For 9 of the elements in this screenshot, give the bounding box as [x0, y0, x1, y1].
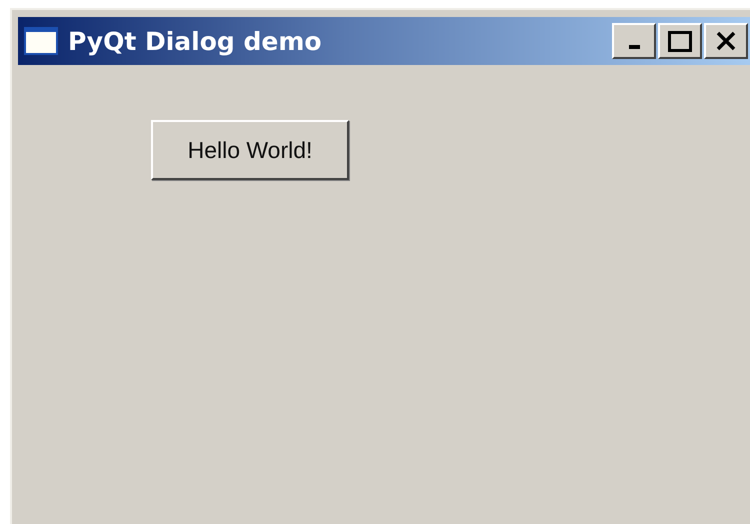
- close-icon: [715, 31, 737, 51]
- minimize-button[interactable]: [612, 23, 656, 59]
- window-title: PyQt Dialog demo: [68, 26, 323, 56]
- hello-button[interactable]: Hello World!: [151, 120, 349, 180]
- close-button[interactable]: [704, 23, 748, 59]
- minimize-icon: [628, 45, 640, 49]
- maximize-button[interactable]: [658, 23, 702, 59]
- maximize-icon: [668, 30, 692, 52]
- window-icon: [24, 27, 58, 55]
